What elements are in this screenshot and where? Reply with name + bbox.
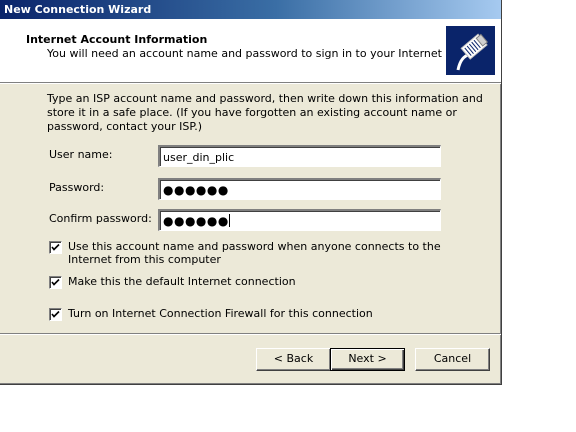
checkmark-icon <box>51 243 60 251</box>
password-value: ●●●●●● <box>163 183 229 197</box>
firewall-label[interactable]: Turn on Internet Connection Firewall for… <box>68 307 468 320</box>
use-for-anyone-label[interactable]: Use this account name and password when … <box>68 240 468 266</box>
network-cable-icon <box>446 26 495 75</box>
use-for-anyone-checkbox[interactable] <box>49 241 62 254</box>
checkmark-icon <box>51 278 60 286</box>
instructions-text: Type an ISP account name and password, t… <box>47 92 483 133</box>
password-input[interactable]: ●●●●●● <box>158 178 441 200</box>
back-button[interactable]: < Back <box>256 348 331 371</box>
cancel-button[interactable]: Cancel <box>415 348 490 371</box>
checkmark-icon <box>51 310 60 318</box>
wizard-window: New Connection Wizard Internet Account I… <box>0 0 502 385</box>
button-divider <box>0 333 501 335</box>
default-connection-label[interactable]: Make this the default Internet connectio… <box>68 275 468 288</box>
window-title: New Connection Wizard <box>4 3 152 16</box>
firewall-checkbox[interactable] <box>49 308 62 321</box>
default-connection-checkbox[interactable] <box>49 276 62 289</box>
user-name-value: user_din_plic <box>163 151 235 164</box>
user-name-label: User name: <box>49 148 113 161</box>
confirm-password-input[interactable]: ●●●●●● <box>158 209 441 231</box>
page-subtitle: You will need an account name and passwo… <box>47 47 493 60</box>
next-button[interactable]: Next > <box>330 348 405 371</box>
title-bar[interactable]: New Connection Wizard <box>0 0 501 19</box>
user-name-input[interactable]: user_din_plic <box>158 145 441 167</box>
confirm-password-value: ●●●●●● <box>163 214 229 228</box>
text-caret <box>228 214 230 227</box>
password-label: Password: <box>49 181 105 194</box>
confirm-password-label: Confirm password: <box>49 212 152 225</box>
page-title: Internet Account Information <box>26 33 208 46</box>
wizard-header: Internet Account Information You will ne… <box>0 19 501 83</box>
